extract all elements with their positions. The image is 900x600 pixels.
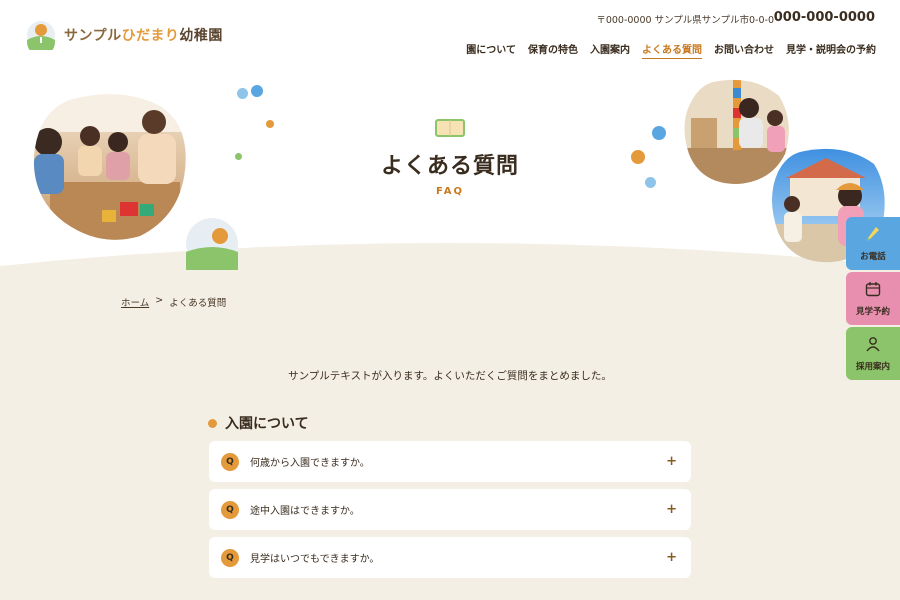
person-icon [865, 336, 881, 356]
side-tel-button[interactable]: お電話 [846, 217, 900, 270]
side-recruit-label: 採用案内 [855, 361, 890, 372]
decor-dot [266, 120, 274, 128]
logo-text: サンプルひだまり幼稚園 [64, 28, 223, 44]
plus-icon[interactable]: + [666, 502, 677, 517]
nav-features[interactable]: 保育の特色 [528, 41, 578, 59]
faq-question: 途中入園はできますか。 [250, 506, 360, 517]
side-visit-label: 見学予約 [855, 306, 890, 317]
phone-number[interactable]: 000-000-0000 [774, 10, 875, 25]
nav-admission[interactable]: 入園案内 [590, 41, 630, 59]
faq-question: 見学はいつでもできますか。 [250, 554, 380, 565]
faq-section-heading: 入園について [208, 413, 309, 433]
breadcrumb-home[interactable]: ホーム [121, 295, 149, 309]
page-title: よくある質問 [380, 154, 519, 179]
book-icon [435, 118, 465, 138]
calendar-icon [865, 281, 881, 301]
heading-dot-icon [208, 418, 217, 428]
faq-list: Q 何歳から入園できますか。 + Q 途中入園はできますか。 + Q 見学はいつ… [209, 441, 691, 585]
faq-item[interactable]: Q 見学はいつでもできますか。 + [209, 537, 691, 578]
address: 〒000-0000 サンプル県サンプル市0-0-0 [596, 15, 774, 26]
nav-contact[interactable]: お問い合わせ [714, 41, 774, 59]
global-nav: 園について 保育の特色 入園案内 よくある質問 お問い合わせ 見学・説明会の予約 [466, 41, 876, 59]
site-logo[interactable]: サンプルひだまり幼稚園 [26, 20, 223, 56]
breadcrumb-separator: > [155, 295, 164, 306]
plus-icon[interactable]: + [666, 550, 677, 565]
photo-children-playing [30, 92, 188, 242]
page-subtitle: FAQ [436, 186, 464, 197]
decor-dot [652, 126, 666, 140]
nav-about[interactable]: 園について [466, 41, 516, 59]
nav-faq[interactable]: よくある質問 [642, 41, 702, 59]
decor-dot [251, 85, 263, 97]
breadcrumb: ホーム > よくある質問 [121, 295, 226, 309]
plus-icon[interactable]: + [666, 454, 677, 469]
faq-item[interactable]: Q 何歳から入園できますか。 + [209, 441, 691, 482]
faq-item[interactable]: Q 途中入園はできますか。 + [209, 489, 691, 530]
side-visit-button[interactable]: 見学予約 [846, 272, 900, 325]
decor-dot [631, 150, 645, 164]
logo-sun-icon [26, 20, 56, 56]
phone-icon [865, 226, 881, 246]
section-title: 入園について [225, 416, 309, 432]
hero-heading-block: よくある質問 FAQ [300, 118, 600, 197]
decor-dot [237, 88, 248, 99]
q-badge: Q [221, 452, 239, 471]
nav-visit-reservation[interactable]: 見学・説明会の予約 [786, 41, 876, 59]
decor-dot [645, 177, 656, 188]
decor-dot [235, 153, 242, 160]
site-header: サンプルひだまり幼稚園 〒000-0000 サンプル県サンプル市0-0-0 00… [0, 0, 900, 70]
faq-question: 何歳から入園できますか。 [250, 458, 370, 469]
side-tel-label: お電話 [860, 251, 886, 262]
hero: よくある質問 FAQ [0, 70, 900, 270]
q-badge: Q [221, 500, 239, 519]
landscape-emblem [186, 218, 238, 270]
intro-text: サンプルテキストが入ります。よくいただくご質問をまとめました。 [288, 370, 612, 382]
breadcrumb-current: よくある質問 [169, 298, 227, 309]
side-recruit-button[interactable]: 採用案内 [846, 327, 900, 380]
q-badge: Q [221, 548, 239, 567]
